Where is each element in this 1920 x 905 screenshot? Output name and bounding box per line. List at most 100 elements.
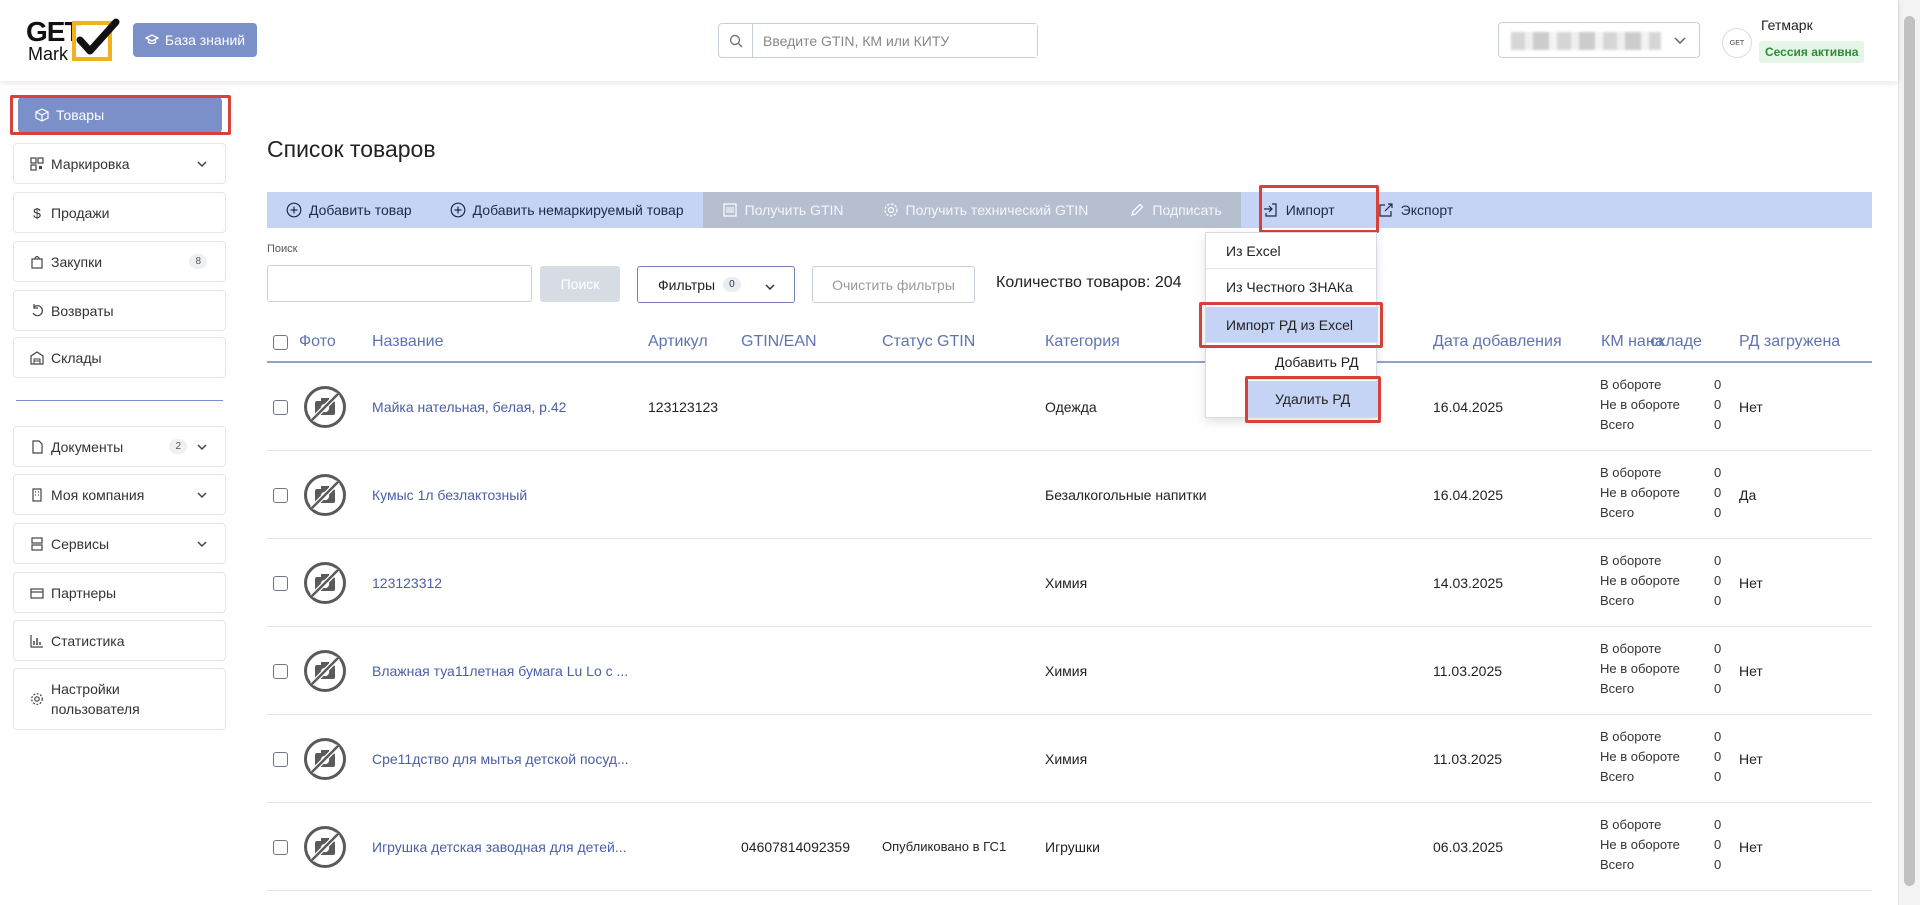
clear-filters-button[interactable]: Очистить фильтры xyxy=(812,266,975,303)
plus-circle-icon xyxy=(286,202,302,218)
highlight-box xyxy=(1259,185,1379,233)
filters-button[interactable]: Фильтры 0 xyxy=(637,266,795,303)
sidebar-item-statistics[interactable]: Статистика xyxy=(13,620,226,661)
product-photo xyxy=(303,385,347,434)
km-not-in-circulation-label: Не в обороте xyxy=(1600,397,1680,412)
sign-button[interactable]: Подписать xyxy=(1110,192,1241,228)
sidebar-item-returns[interactable]: Возвраты xyxy=(13,290,226,331)
product-name-link[interactable]: Влажная туа11летная бумага Lu Lo с ... xyxy=(372,663,628,679)
product-name-link[interactable]: 123123312 xyxy=(372,575,442,591)
km-total-label: Всего xyxy=(1600,505,1635,520)
add-rd-item[interactable]: Добавить РД xyxy=(1248,344,1378,380)
sidebar-divider xyxy=(16,400,223,401)
sidebar-item-label: Партнеры xyxy=(51,584,117,601)
user-name[interactable]: Гетмарк xyxy=(1761,17,1813,33)
global-search[interactable] xyxy=(718,23,1038,58)
highlight-box xyxy=(1199,302,1383,348)
table-header: Фото Название Артикул GTIN/EAN Статус GT… xyxy=(267,325,1872,363)
gear-icon xyxy=(883,203,898,217)
product-name-link[interactable]: Майка нательная, белая, р.42 xyxy=(372,399,566,415)
getmark-logo[interactable]: GET Mark xyxy=(26,16,120,64)
global-search-input[interactable] xyxy=(753,24,1037,57)
km-not-in-circulation-label: Не в обороте xyxy=(1600,573,1680,588)
row-checkbox[interactable] xyxy=(273,840,288,855)
chevron-down-icon xyxy=(197,444,207,451)
row-checkbox[interactable] xyxy=(273,488,288,503)
table-row: Кумыс 1л безлактозный Безалкогольные напи… xyxy=(267,451,1872,539)
sidebar-item-user-settings[interactable]: Настройки пользователя xyxy=(13,668,226,730)
sidebar-item-my-company[interactable]: Моя компания xyxy=(13,474,226,515)
column-header-date-added[interactable]: Дата добавления xyxy=(1433,333,1562,351)
no-photo-icon xyxy=(304,474,346,516)
product-category: Игрушки xyxy=(1045,839,1100,855)
product-date-added: 16.04.2025 xyxy=(1433,487,1504,503)
sidebar-item-services[interactable]: Сервисы xyxy=(13,523,226,564)
add-product-button[interactable]: Добавить товар xyxy=(267,192,431,228)
add-product-label: Добавить товар xyxy=(309,202,412,218)
products-toolbar: Добавить товар Добавить немаркируемый то… xyxy=(267,192,1872,228)
organization-select[interactable] xyxy=(1498,22,1700,58)
product-photo xyxy=(303,825,347,874)
column-header-category[interactable]: Категория xyxy=(1045,333,1120,351)
km-total-value: 0 xyxy=(1714,681,1722,696)
product-category: Одежда xyxy=(1045,399,1097,415)
session-status-badge: Сессия активна xyxy=(1759,41,1865,63)
sidebar-item-warehouses[interactable]: Склады xyxy=(13,337,226,378)
product-rd-loaded: Нет xyxy=(1739,751,1763,767)
header: GET Mark База знаний GET Гетмарк Сессия … xyxy=(0,0,1898,81)
sidebar-item-sales[interactable]: $ Продажи xyxy=(13,192,226,233)
logo-check-icon xyxy=(72,18,120,61)
km-total-label: Всего xyxy=(1600,593,1635,608)
search-button[interactable]: Поиск xyxy=(540,266,620,302)
sidebar-item-label: Статистика xyxy=(51,632,125,649)
row-checkbox[interactable] xyxy=(273,400,288,415)
import-from-excel-item[interactable]: Из Excel xyxy=(1206,233,1378,269)
product-name-link[interactable]: Сре11дство для мытья детской посуд... xyxy=(372,751,629,767)
row-checkbox[interactable] xyxy=(273,664,288,679)
column-header-photo[interactable]: Фото xyxy=(299,333,336,351)
no-photo-icon xyxy=(304,650,346,692)
get-gtin-button[interactable]: Получить GTIN xyxy=(702,192,864,228)
sidebar-item-documents[interactable]: Документы 2 xyxy=(13,426,226,467)
product-name-link[interactable]: Игрушка детская заводная для детей... xyxy=(372,839,627,855)
document-icon xyxy=(32,439,43,454)
import-from-chestny-znak-item[interactable]: Из Честного ЗНАКа xyxy=(1206,269,1378,305)
km-stock-block: В обороте 0 Не в обороте 0 Всего 0 xyxy=(1600,375,1740,435)
scrollbar-thumb[interactable] xyxy=(1904,16,1915,886)
column-header-rd-loaded[interactable]: РД загружена xyxy=(1739,333,1840,351)
km-stock-block: В обороте 0 Не в обороте 0 Всего 0 xyxy=(1600,639,1740,699)
qr-code-icon xyxy=(30,156,44,171)
row-checkbox[interactable] xyxy=(273,752,288,767)
knowledge-base-button[interactable]: База знаний xyxy=(133,23,257,57)
product-date-added: 11.03.2025 xyxy=(1433,751,1503,767)
pen-icon xyxy=(1131,203,1144,216)
shopping-bag-icon xyxy=(31,255,43,269)
km-in-circulation-value: 0 xyxy=(1714,729,1722,744)
sidebar-item-label: Возвраты xyxy=(51,302,114,319)
km-total-label: Всего xyxy=(1600,417,1635,432)
sidebar-item-partners[interactable]: Партнеры xyxy=(13,572,226,613)
warehouse-icon xyxy=(30,350,44,365)
column-header-gtin[interactable]: GTIN/EAN xyxy=(741,333,817,351)
column-header-article[interactable]: Артикул xyxy=(648,333,708,351)
get-technical-gtin-button[interactable]: Получить технический GTIN xyxy=(863,192,1111,228)
km-stock-block: В обороте 0 Не в обороте 0 Всего 0 xyxy=(1600,727,1740,787)
product-search-input[interactable] xyxy=(267,265,532,302)
product-name-link[interactable]: Кумыс 1л безлактозный xyxy=(372,487,527,503)
column-header-name[interactable]: Название xyxy=(372,333,444,351)
column-header-gtin-status[interactable]: Статус GTIN xyxy=(882,333,975,351)
table-row: 123123312 Химия 14.03.2025 В обороте 0 Не в о… xyxy=(267,539,1872,627)
sidebar-item-marking[interactable]: Маркировка xyxy=(13,143,226,184)
graduation-cap-icon xyxy=(144,34,159,45)
sidebar-item-purchases[interactable]: Закупки 8 xyxy=(13,241,226,282)
km-not-in-circulation-value: 0 xyxy=(1714,837,1722,852)
select-all-checkbox[interactable] xyxy=(273,335,288,350)
table-row: Игрушка детская заводная для детей... 046… xyxy=(267,803,1872,891)
column-header-km-stock[interactable]: КМ на складе xyxy=(1601,333,1702,351)
row-checkbox[interactable] xyxy=(273,576,288,591)
add-unmarked-product-button[interactable]: Добавить немаркируемый товар xyxy=(431,192,703,228)
avatar[interactable]: GET xyxy=(1722,28,1752,58)
km-in-circulation-label: В обороте xyxy=(1600,641,1662,656)
page-scrollbar[interactable] xyxy=(1898,0,1920,905)
no-photo-icon xyxy=(304,562,346,604)
